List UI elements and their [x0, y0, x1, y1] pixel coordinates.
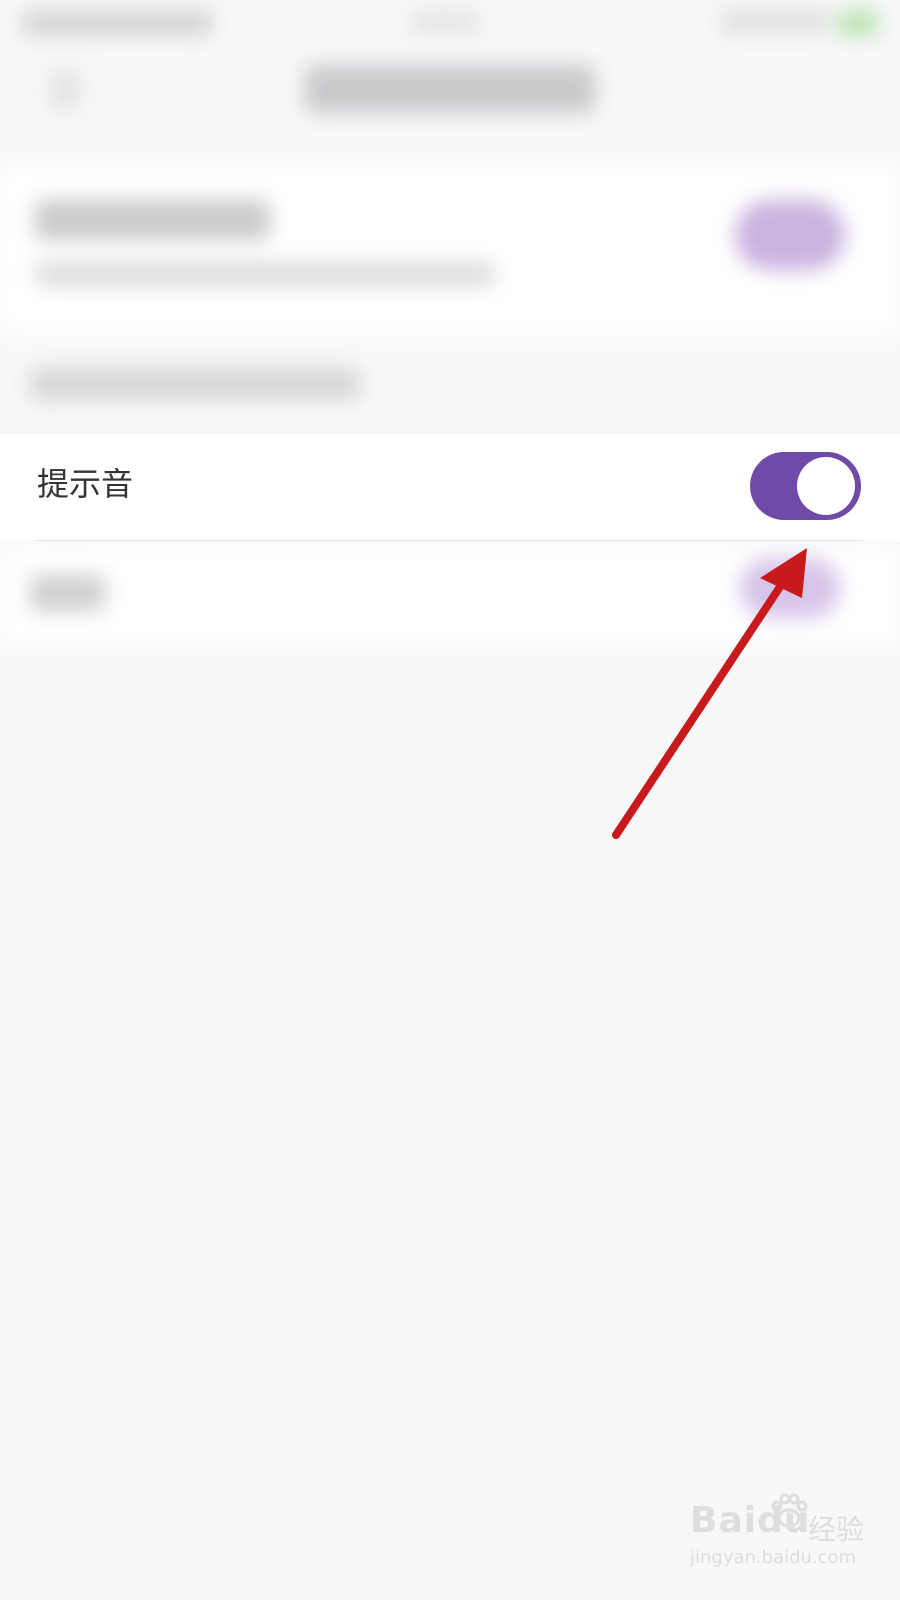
battery-icon: [838, 10, 878, 36]
toggle-switch: [740, 558, 840, 618]
toggle-switch: [735, 200, 845, 270]
setting-row-notification-sound: 提示音: [0, 435, 900, 541]
setting-row-background: [0, 165, 900, 335]
page-title: [305, 65, 595, 113]
setting-row-description: [35, 262, 495, 286]
back-icon: [50, 70, 80, 110]
toggle-knob: [797, 457, 855, 515]
setting-row-title: [35, 200, 270, 240]
setting-row-background: [0, 545, 900, 645]
blurred-background-content: [0, 0, 900, 660]
baidu-jingyan-watermark: Baidu 经验 jingyan.baidu.com: [690, 1493, 890, 1585]
annotation-arrow: [612, 548, 807, 839]
status-bar-time: [22, 10, 212, 36]
setting-row-label: 提示音: [37, 465, 134, 503]
watermark-cn-text: 经验: [808, 1513, 865, 1546]
divider: [35, 540, 863, 541]
status-bar-center: [410, 12, 480, 32]
status-bar-indicators: [720, 10, 830, 34]
section-header: [30, 368, 360, 400]
watermark-url: jingyan.baidu.com: [690, 1547, 857, 1568]
paw-icon: [771, 1493, 808, 1528]
notification-sound-toggle[interactable]: [750, 452, 861, 520]
setting-row-title: [30, 575, 105, 611]
